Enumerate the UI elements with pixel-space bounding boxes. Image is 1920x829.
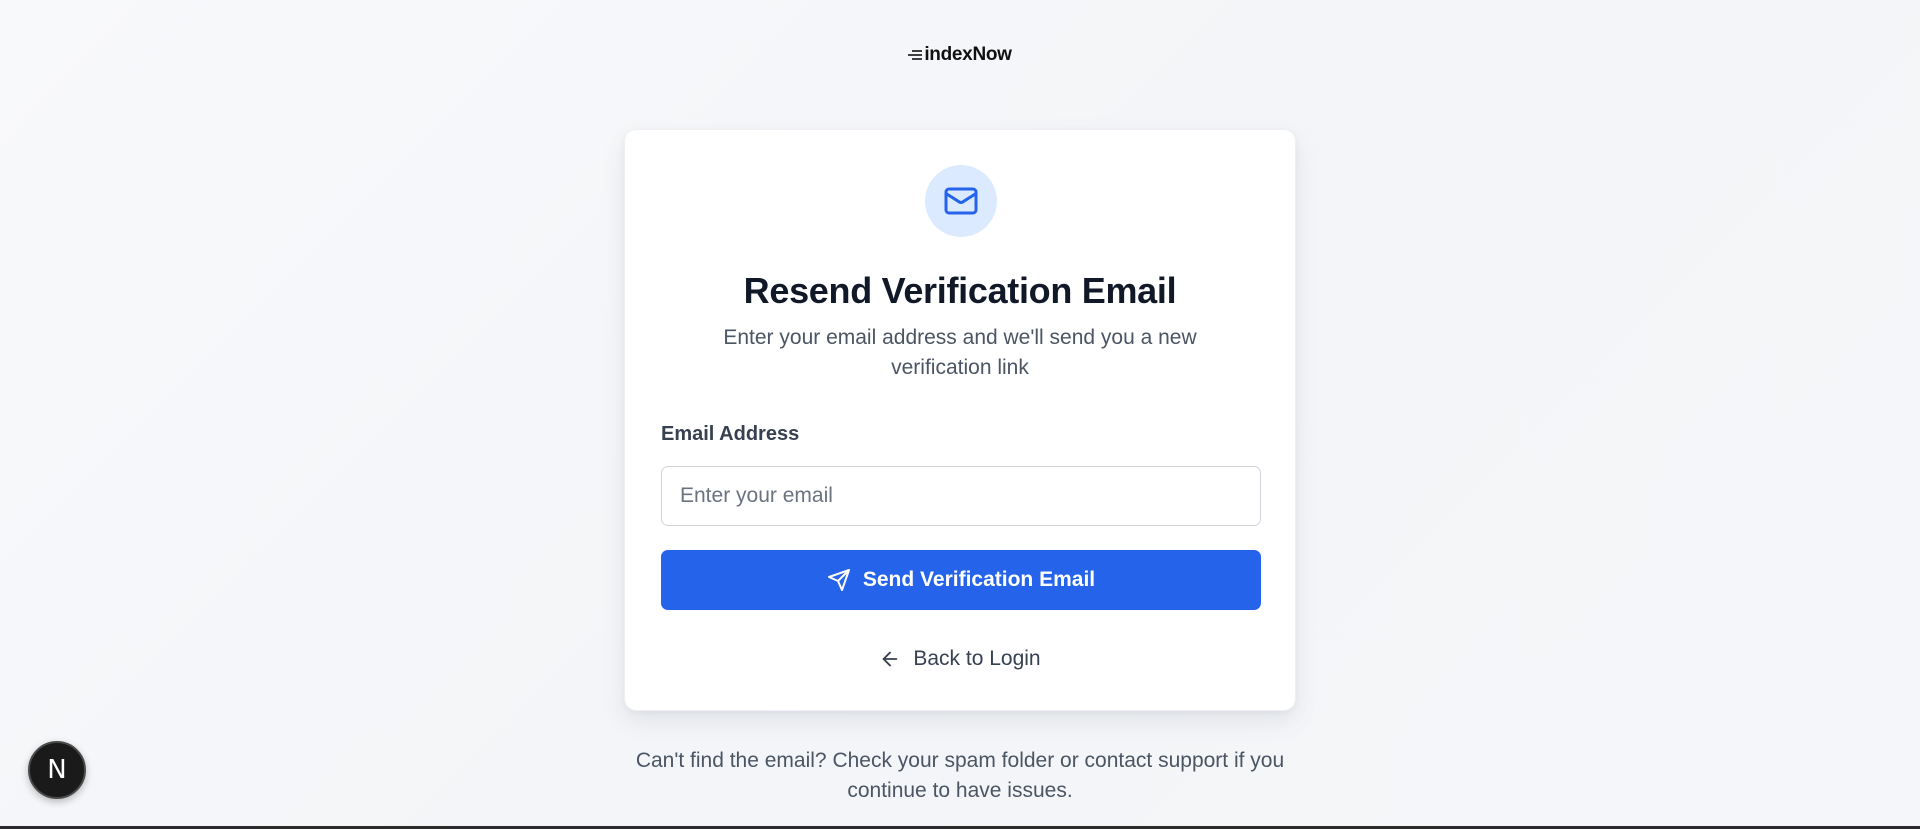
next-logo-icon: N [47,755,67,785]
email-input[interactable] [661,466,1261,526]
send-icon [827,569,850,591]
speed-lines-icon [908,50,923,60]
mail-icon-badge [925,165,997,237]
send-button-label: Send Verification Email [862,568,1096,591]
arrow-left-icon [883,651,898,667]
page-subtitle: Enter your email address and we'll send … [723,326,1197,379]
page-title: Resend Verification Email [743,270,1177,311]
help-text: Can't find the email? Check your spam fo… [635,749,1285,802]
back-to-login-link[interactable]: Back to Login [625,647,1295,671]
resend-verification-card: Resend Verification Email Enter your ema… [624,129,1296,711]
brand-logo[interactable]: indexNow [0,44,1920,66]
brand-name: indexNow [924,44,1012,65]
back-link-label: Back to Login [913,647,1041,670]
email-label: Email Address [661,423,800,445]
send-verification-button[interactable]: Send Verification Email [661,550,1261,610]
mail-icon [944,187,978,215]
next-dev-badge[interactable]: N [28,741,86,799]
